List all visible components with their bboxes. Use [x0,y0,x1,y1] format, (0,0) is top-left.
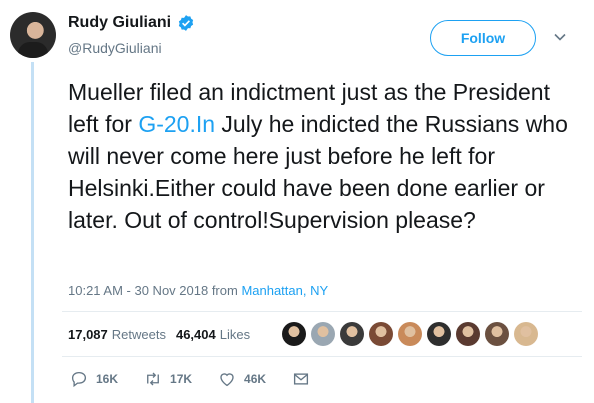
like-button[interactable]: 46K [218,370,266,388]
direct-message-button[interactable] [292,370,310,388]
retweet-icon [147,372,159,386]
likes-label[interactable]: Likes [220,327,250,342]
retweet-count: 17K [170,372,193,386]
heart-icon [220,373,234,387]
reply-button[interactable]: 16K [70,370,118,388]
thread-line [31,62,34,403]
liker-avatar[interactable] [398,322,422,346]
liker-avatar[interactable] [427,322,451,346]
avatar[interactable] [10,12,56,58]
tweet-text: Mueller filed an indictment just as the … [68,76,578,236]
liker-avatar[interactable] [311,322,335,346]
chevron-down-icon[interactable] [553,30,567,44]
liker-avatar[interactable] [340,322,364,346]
like-count: 46K [244,372,267,386]
tweet-link[interactable]: G-20.In [138,111,215,137]
retweets-label[interactable]: Retweets [112,327,166,342]
likes-count[interactable]: 46,404 [176,327,216,342]
verified-badge-icon [177,14,195,32]
location-link[interactable]: Manhattan, NY [241,283,328,298]
retweets-count[interactable]: 17,087 [68,327,108,342]
timestamp[interactable]: 10:21 AM - 30 Nov 2018 from [68,283,241,298]
reply-count: 16K [96,372,119,386]
liker-avatars [282,322,538,346]
divider [62,356,582,357]
follow-button[interactable]: Follow [430,20,536,56]
liker-avatar[interactable] [282,322,306,346]
handle[interactable]: @RudyGiuliani [68,40,162,56]
liker-avatar[interactable] [456,322,480,346]
reply-icon [71,371,87,388]
display-name[interactable]: Rudy Giuliani [68,14,171,32]
tweet-card: Rudy Giuliani @RudyGiuliani Follow Muell… [0,0,594,403]
engagement-stats: 17,087 Retweets 46,404 Likes [68,322,260,346]
envelope-icon [293,373,309,385]
liker-avatar[interactable] [485,322,509,346]
retweet-button[interactable]: 17K [144,370,192,388]
divider [62,311,582,312]
tweet-meta: 10:21 AM - 30 Nov 2018 from Manhattan, N… [68,283,328,298]
tweet-actions: 16K 17K 46K [70,370,336,388]
author-name-row[interactable]: Rudy Giuliani [68,14,195,32]
liker-avatar[interactable] [369,322,393,346]
liker-avatar[interactable] [514,322,538,346]
